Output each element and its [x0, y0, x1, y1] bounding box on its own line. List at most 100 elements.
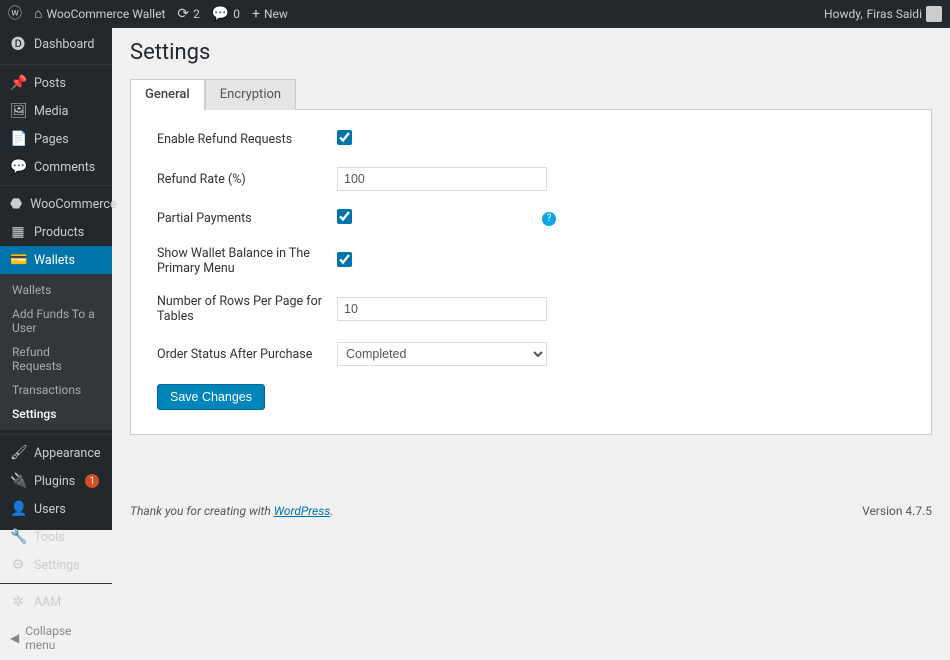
save-button[interactable]: Save Changes — [157, 384, 265, 410]
main-content: Settings General Encryption Enable Refun… — [112, 28, 950, 530]
rows-per-page-input[interactable] — [337, 297, 547, 321]
collapse-menu-button[interactable]: ◀ Collapse menu — [0, 616, 112, 660]
sidebar-item-woocommerce[interactable]: ⬣WooCommerce — [0, 190, 112, 218]
collapse-label: Collapse menu — [25, 624, 102, 652]
dashboard-icon: 🅓 — [10, 34, 26, 54]
submenu-refund-requests[interactable]: Refund Requests — [0, 340, 112, 378]
sidebar-item-wallets[interactable]: 💳 Wallets — [0, 246, 112, 274]
brush-icon: 🖌 — [10, 445, 26, 461]
settings-panel: Enable Refund Requests Refund Rate (%) P… — [130, 110, 932, 435]
comments-count: 0 — [233, 7, 240, 21]
wallet-icon: 💳 — [10, 252, 26, 268]
sidebar-item-plugins[interactable]: 🔌 Plugins 1 — [0, 467, 112, 495]
sidebar-label: WooCommerce — [30, 197, 116, 212]
updates-count: 2 — [193, 7, 200, 21]
footer-thanks: Thank you for creating with — [130, 504, 274, 518]
sidebar-item-dashboard[interactable]: 🅓 Dashboard — [0, 28, 112, 60]
admin-sidebar: 🅓 Dashboard 📌 Posts 🖼 Media 📄 Pages 💬 Comment… — [0, 28, 112, 530]
comment-icon: 💬 — [212, 7, 229, 21]
tab-encryption[interactable]: Encryption — [205, 79, 296, 110]
sidebar-label: Pages — [34, 132, 69, 147]
sidebar-item-appearance[interactable]: 🖌 Appearance — [0, 439, 112, 467]
plug-icon: 🔌 — [10, 473, 26, 489]
sidebar-label: Appearance — [34, 446, 101, 461]
wp-version: Version 4.7.5 — [862, 504, 932, 518]
admin-bar: ⓦ ⌂WooCommerce Wallet ⟳2 💬0 +New Howdy, … — [0, 0, 950, 28]
sidebar-label: Products — [34, 225, 84, 240]
enable-refund-label: Enable Refund Requests — [157, 132, 337, 147]
sidebar-item-products[interactable]: ▦ Products — [0, 218, 112, 246]
pin-icon: 📌 — [10, 75, 26, 91]
order-status-select[interactable]: Completed — [337, 342, 547, 366]
enable-refund-checkbox[interactable] — [337, 130, 352, 145]
sidebar-label: Media — [34, 104, 68, 119]
new-label: New — [264, 7, 288, 21]
refund-rate-label: Refund Rate (%) — [157, 172, 337, 187]
new-link[interactable]: + New — [252, 7, 288, 21]
sidebar-label: Wallets — [34, 253, 75, 268]
woo-icon: ⬣ — [10, 196, 22, 212]
wallets-submenu: Wallets Add Funds To a User Refund Reque… — [0, 274, 112, 430]
user-name: Firas Saidi — [867, 7, 922, 21]
sidebar-item-settings[interactable]: ⚙ Settings — [0, 551, 112, 579]
page-title: Settings — [130, 40, 932, 65]
separator — [0, 583, 112, 584]
submenu-settings[interactable]: Settings — [0, 402, 112, 426]
plugins-count-badge: 1 — [85, 474, 99, 488]
sidebar-label: Settings — [34, 558, 80, 573]
sidebar-item-media[interactable]: 🖼 Media — [0, 97, 112, 125]
submenu-add-funds[interactable]: Add Funds To a User — [0, 302, 112, 340]
rows-per-page-label: Number of Rows Per Page for Tables — [157, 294, 337, 324]
comments-link[interactable]: 💬0 — [212, 7, 240, 21]
sidebar-label: Dashboard — [34, 37, 94, 52]
sidebar-label: Tools — [34, 530, 65, 545]
sidebar-item-comments[interactable]: 💬 Comments — [0, 153, 112, 181]
collapse-icon: ◀ — [10, 631, 19, 645]
sidebar-item-pages[interactable]: 📄 Pages — [0, 125, 112, 153]
sidebar-label: Posts — [34, 76, 66, 91]
updates-link[interactable]: ⟳2 — [177, 7, 199, 21]
account-link[interactable]: Howdy, Firas Saidi — [824, 6, 942, 22]
footer-period: . — [330, 504, 333, 518]
gear-icon: ✲ — [10, 594, 26, 610]
wp-logo-icon[interactable]: ⓦ — [8, 7, 22, 21]
submenu-transactions[interactable]: Transactions — [0, 378, 112, 402]
admin-footer: Thank you for creating with WordPress. V… — [130, 482, 932, 518]
user-icon: 👤 — [10, 501, 26, 517]
site-name: WooCommerce Wallet — [46, 7, 165, 21]
settings-tabs: General Encryption — [130, 79, 932, 110]
partial-payments-checkbox[interactable] — [337, 209, 352, 224]
separator — [0, 185, 112, 186]
show-balance-label: Show Wallet Balance in The Primary Menu — [157, 246, 337, 276]
submenu-wallets[interactable]: Wallets — [0, 278, 112, 302]
page-icon: 📄 — [10, 131, 26, 147]
sidebar-item-aam[interactable]: ✲ AAM — [0, 588, 112, 616]
site-link[interactable]: ⌂ WooCommerce Wallet — [34, 7, 165, 21]
sidebar-label: AAM — [34, 595, 61, 610]
sidebar-item-users[interactable]: 👤 Users — [0, 495, 112, 523]
order-status-label: Order Status After Purchase — [157, 347, 337, 362]
comment-icon: 💬 — [10, 159, 26, 175]
sidebar-label: Comments — [34, 160, 95, 175]
sidebar-item-tools[interactable]: 🔧 Tools — [0, 523, 112, 551]
howdy-text: Howdy, — [824, 7, 863, 21]
separator — [0, 434, 112, 435]
refresh-icon: ⟳ — [177, 7, 189, 21]
tab-general[interactable]: General — [130, 79, 205, 110]
show-balance-checkbox[interactable] — [337, 252, 352, 267]
media-icon: 🖼 — [10, 103, 26, 119]
sidebar-item-posts[interactable]: 📌 Posts — [0, 69, 112, 97]
help-icon[interactable]: ? — [542, 212, 556, 226]
avatar — [926, 6, 942, 22]
sidebar-label: Users — [34, 502, 66, 517]
wordpress-link[interactable]: WordPress — [274, 504, 331, 518]
wrench-icon: 🔧 — [10, 529, 26, 545]
products-icon: ▦ — [10, 224, 26, 240]
sliders-icon: ⚙ — [10, 557, 26, 573]
sidebar-label: Plugins — [34, 474, 75, 489]
separator — [0, 64, 112, 65]
refund-rate-input[interactable] — [337, 167, 547, 191]
home-icon: ⌂ — [34, 7, 42, 21]
partial-payments-label: Partial Payments — [157, 211, 337, 226]
plus-icon: + — [252, 7, 260, 21]
